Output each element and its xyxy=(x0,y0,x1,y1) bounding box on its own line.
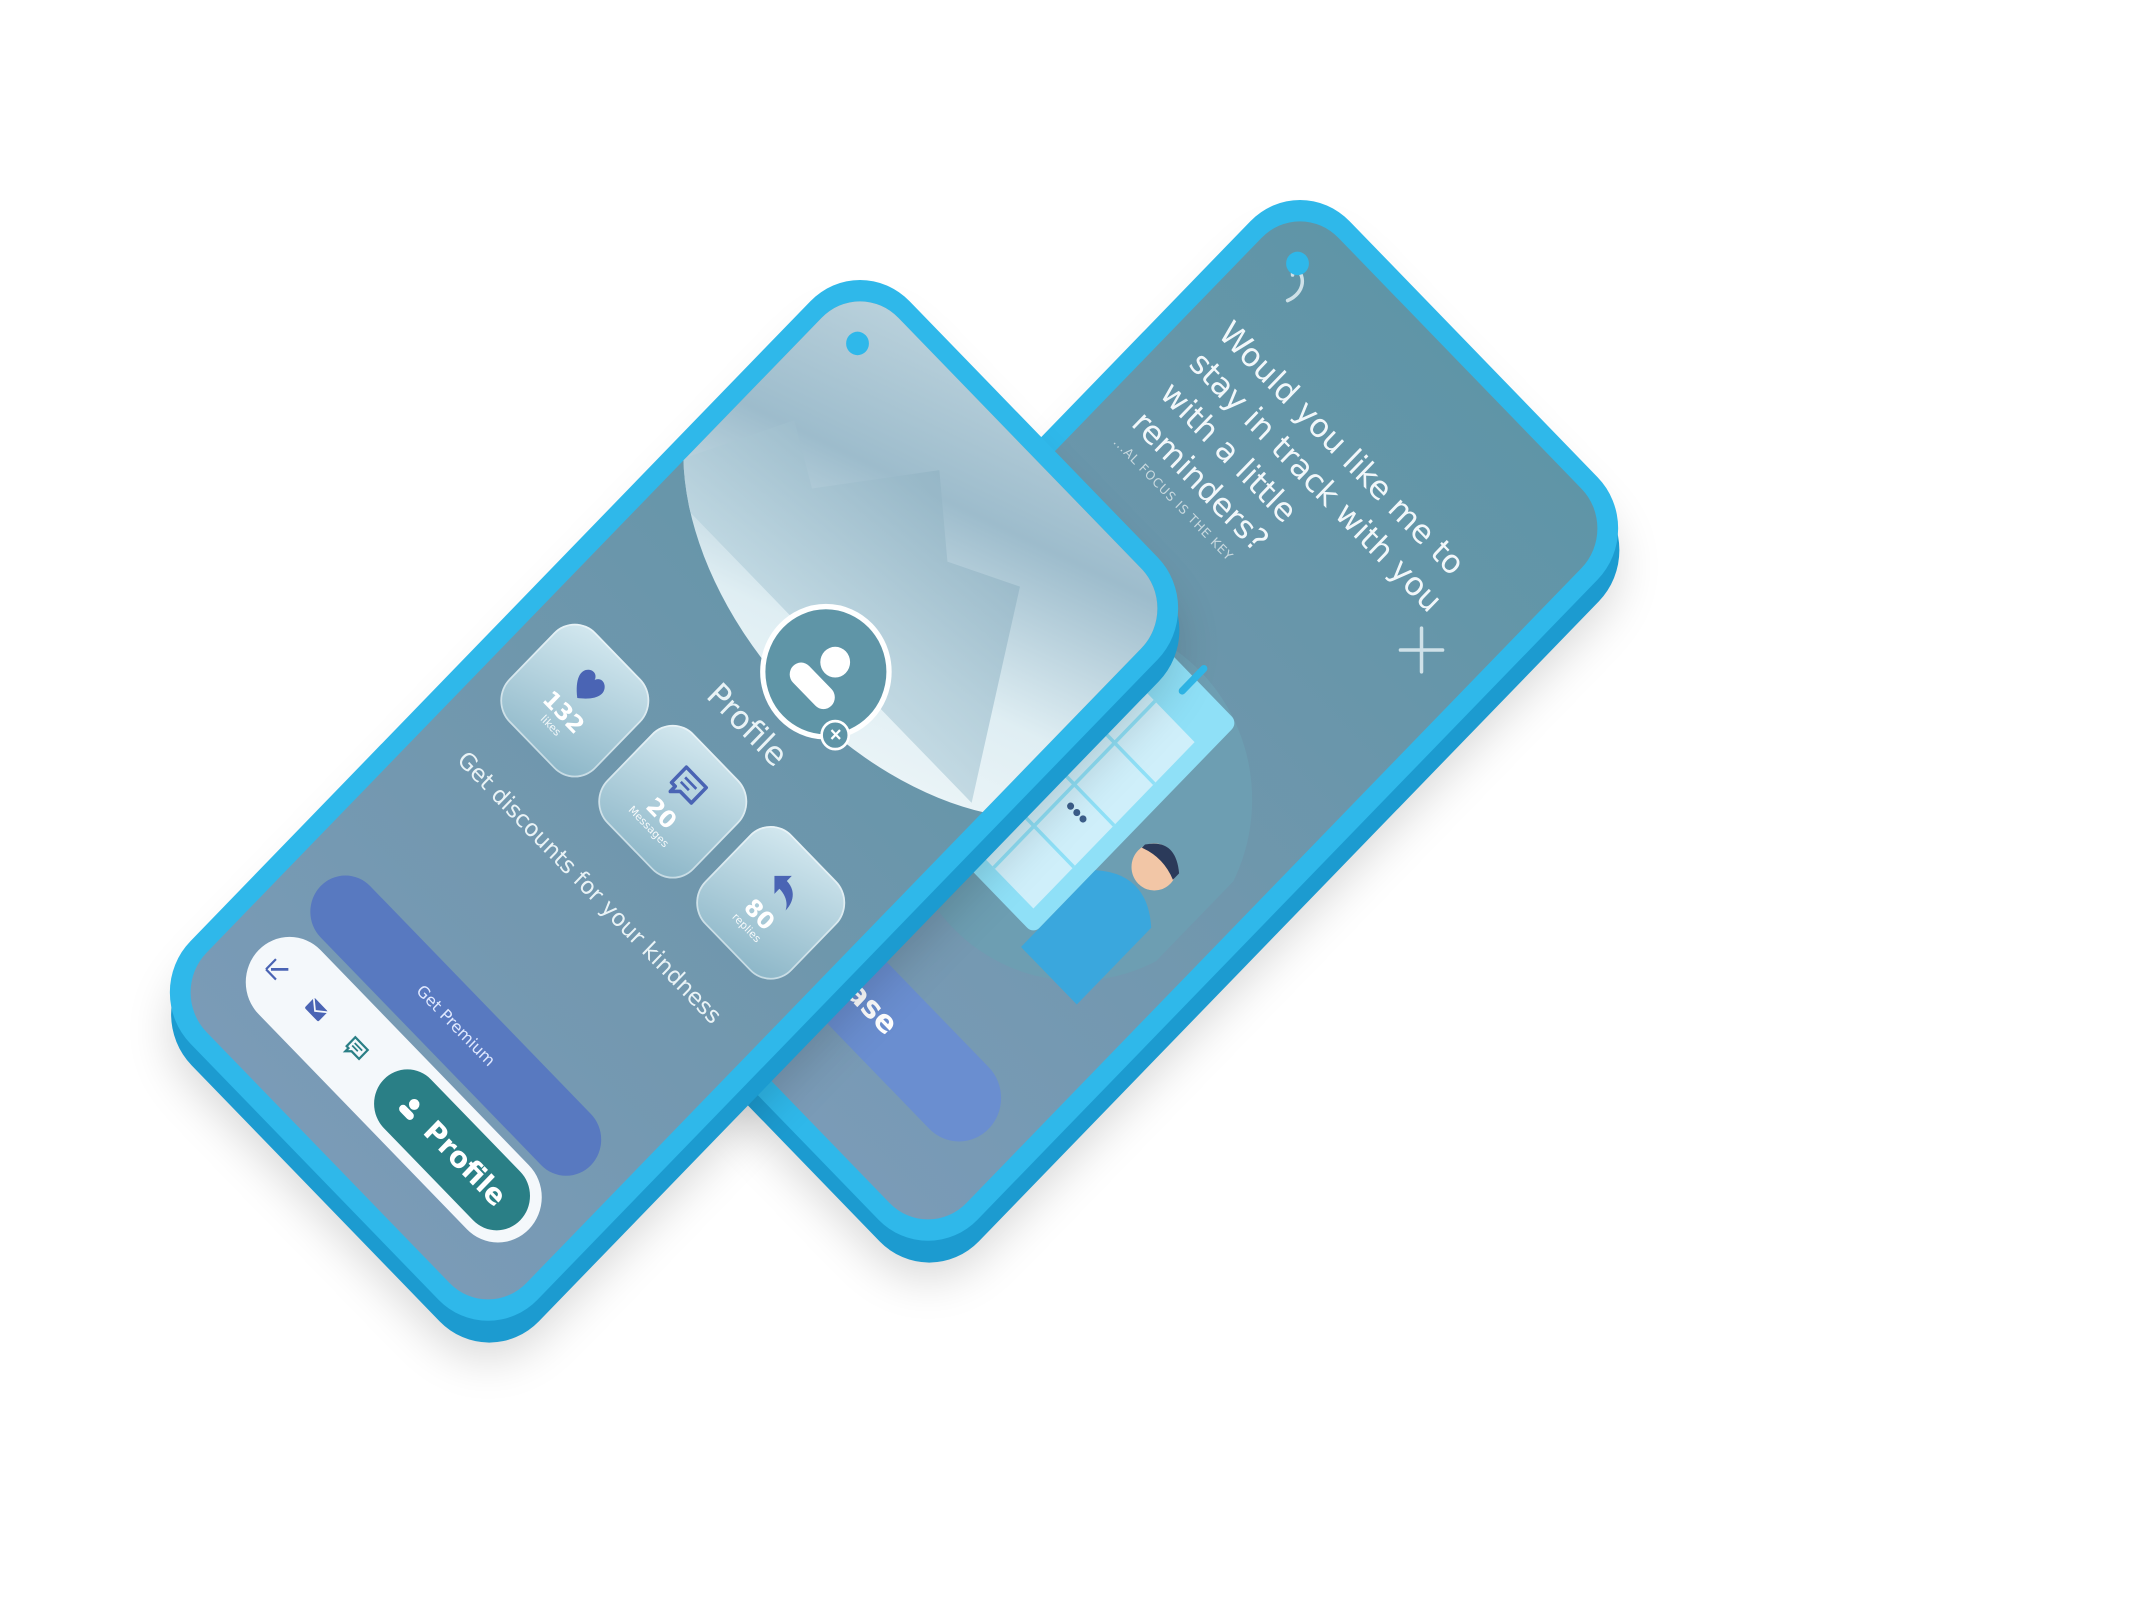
mail-icon xyxy=(305,998,328,1022)
nav-edit[interactable] xyxy=(255,946,300,993)
chat-icon xyxy=(342,1035,370,1061)
user-icon xyxy=(399,1099,420,1121)
edit-icon xyxy=(265,958,289,981)
nav-profile-label: Profile xyxy=(416,1113,514,1214)
nav-mail[interactable] xyxy=(294,987,339,1034)
nav-chat[interactable] xyxy=(333,1027,378,1074)
user-icon xyxy=(789,646,851,710)
mockup-scene: Would you like me to stay in track with … xyxy=(0,0,2145,1609)
